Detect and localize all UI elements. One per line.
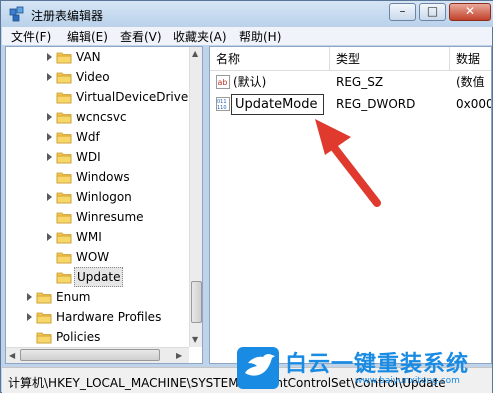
value-data: (数值 <box>456 75 485 89</box>
window-title: 注册表编辑器 <box>31 9 104 23</box>
registry-editor-icon <box>9 6 24 22</box>
expand-arrow-icon[interactable] <box>26 293 34 301</box>
tree-item-label: VAN <box>76 50 101 64</box>
close-button[interactable]: ✕ <box>449 3 491 21</box>
folder-icon <box>56 132 72 144</box>
scroll-up-arrow-icon[interactable]: ▲ <box>192 49 198 58</box>
tree-item-wdf[interactable]: Wdf <box>6 127 189 147</box>
tree-item-hardware-profiles[interactable]: Hardware Profiles <box>6 307 189 327</box>
scroll-right-arrow-icon[interactable]: ▶ <box>176 351 182 360</box>
expand-arrow-icon[interactable] <box>46 153 54 161</box>
tree-item-label: Wdf <box>76 130 100 144</box>
scroll-down-arrow-icon[interactable]: ▼ <box>192 335 198 344</box>
tree-vertical-scroll-thumb[interactable] <box>191 281 202 323</box>
tree-item-label: Enum <box>56 290 91 304</box>
tree-item-label: Winresume <box>76 210 144 224</box>
dword-value-icon: 011 110 <box>216 97 230 111</box>
menu-favorites[interactable]: 收藏夹(A) <box>173 28 227 45</box>
key-tree-pane[interactable]: VAN Video VirtualDeviceDriver wcncsvc Wdf WDI… <box>5 46 203 364</box>
folder-icon <box>56 112 72 124</box>
expand-arrow-icon[interactable] <box>26 313 34 321</box>
bird-logo-icon <box>237 347 279 389</box>
folder-icon <box>56 252 72 264</box>
menu-bar: 文件(F) 编辑(E) 查看(V) 收藏夹(A) 帮助(H) <box>2 27 492 45</box>
title-bar[interactable]: 注册表编辑器 – □ ✕ <box>1 1 493 27</box>
expand-arrow-icon[interactable] <box>46 233 54 241</box>
tree-horizontal-scroll-thumb[interactable] <box>20 349 160 361</box>
tree-item-label: Hardware Profiles <box>56 310 162 324</box>
tree-item-windows[interactable]: Windows <box>6 167 189 187</box>
value-name: (默认) <box>233 75 267 89</box>
watermark-url: www.baiyunxitong.com <box>355 376 460 386</box>
expand-arrow-icon[interactable] <box>46 73 54 81</box>
scroll-left-arrow-icon[interactable]: ◀ <box>9 351 15 360</box>
menu-edit[interactable]: 编辑(E) <box>67 28 108 45</box>
menu-file[interactable]: 文件(F) <box>11 28 51 45</box>
folder-icon <box>36 312 52 324</box>
tree-item-wcncsvc[interactable]: wcncsvc <box>6 107 189 127</box>
expand-arrow-icon[interactable] <box>46 113 54 121</box>
tree-item-label: Winlogon <box>76 190 132 204</box>
tree-item-label: WDI <box>76 150 101 164</box>
folder-icon <box>56 272 72 284</box>
folder-icon <box>56 92 72 104</box>
folder-icon <box>36 292 52 304</box>
expand-arrow-icon[interactable] <box>46 133 54 141</box>
folder-icon <box>56 192 72 204</box>
maximize-button[interactable]: □ <box>419 3 446 21</box>
column-header-name[interactable]: 名称 <box>210 47 330 71</box>
tree-item-label: Windows <box>76 170 130 184</box>
tree-item-video[interactable]: Video <box>6 67 189 87</box>
minimize-button[interactable]: – <box>389 3 416 21</box>
folder-icon <box>56 232 72 244</box>
tree-item-label: VirtualDeviceDriver <box>76 90 194 104</box>
registry-editor-window: 注册表编辑器 – □ ✕ 文件(F) 编辑(E) 查看(V) 收藏夹(A) 帮助… <box>0 0 493 393</box>
folder-icon <box>36 332 52 344</box>
tree-item-label: wcncsvc <box>76 110 127 124</box>
tree-item-enum[interactable]: Enum <box>6 287 189 307</box>
string-value-icon: ab <box>216 75 230 89</box>
tree-item-winresume[interactable]: Winresume <box>6 207 189 227</box>
folder-icon <box>56 172 72 184</box>
tree-item-label: Update <box>74 267 124 287</box>
folder-icon <box>56 52 72 64</box>
tree-item-label: WMI <box>76 230 102 244</box>
folder-icon <box>56 152 72 164</box>
tree-item-label: Policies <box>56 330 101 344</box>
value-data: 0x000 <box>456 97 492 111</box>
expand-arrow-icon[interactable] <box>46 53 54 61</box>
tree-item-winlogon[interactable]: Winlogon <box>6 187 189 207</box>
tree-item-virtualdevicedriver[interactable]: VirtualDeviceDriver <box>6 87 193 107</box>
value-type: REG_SZ <box>336 75 384 89</box>
svg-text:110: 110 <box>217 105 227 111</box>
red-arrow-icon <box>315 119 381 207</box>
tree-item-label: Video <box>76 70 110 84</box>
watermark-title: 白云一键重装系统 <box>285 352 470 377</box>
column-header-type[interactable]: 类型 <box>330 47 450 71</box>
column-header-data[interactable]: 数据 <box>450 47 491 71</box>
tree-item-wow[interactable]: WOW <box>6 247 189 267</box>
tree-item-van[interactable]: VAN <box>6 47 189 67</box>
tree-item-label: WOW <box>76 250 110 264</box>
tree-item-wdi[interactable]: WDI <box>6 147 189 167</box>
folder-icon <box>56 212 72 224</box>
tree-item-policies[interactable]: Policies <box>6 327 189 347</box>
value-row-default[interactable]: ab (默认) REG_SZ (数值 <box>210 71 491 93</box>
tree-item-wmi[interactable]: WMI <box>6 227 189 247</box>
folder-icon <box>56 72 72 84</box>
expand-arrow-icon[interactable] <box>46 193 54 201</box>
watermark: 白云一键重装系统 www.baiyunxitong.com <box>237 344 493 392</box>
menu-view[interactable]: 查看(V) <box>120 28 162 45</box>
menu-help[interactable]: 帮助(H) <box>239 28 281 45</box>
tree-item-update[interactable]: Update <box>6 267 189 287</box>
svg-text:ab: ab <box>218 78 228 87</box>
